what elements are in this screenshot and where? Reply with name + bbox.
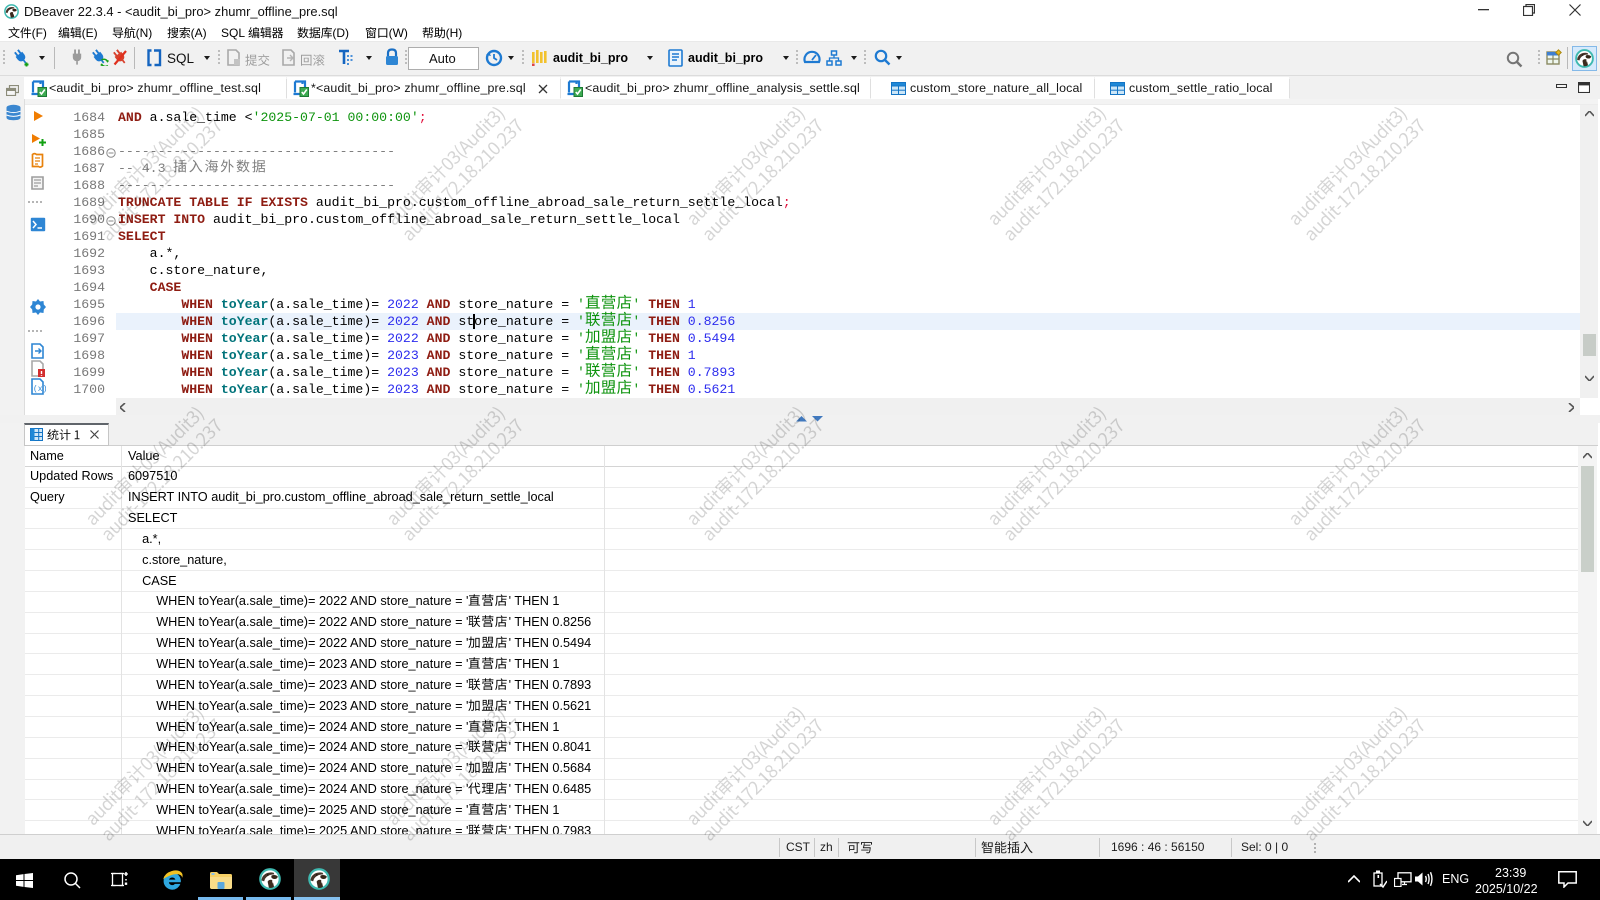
svg-text:(x): (x)	[33, 385, 46, 394]
